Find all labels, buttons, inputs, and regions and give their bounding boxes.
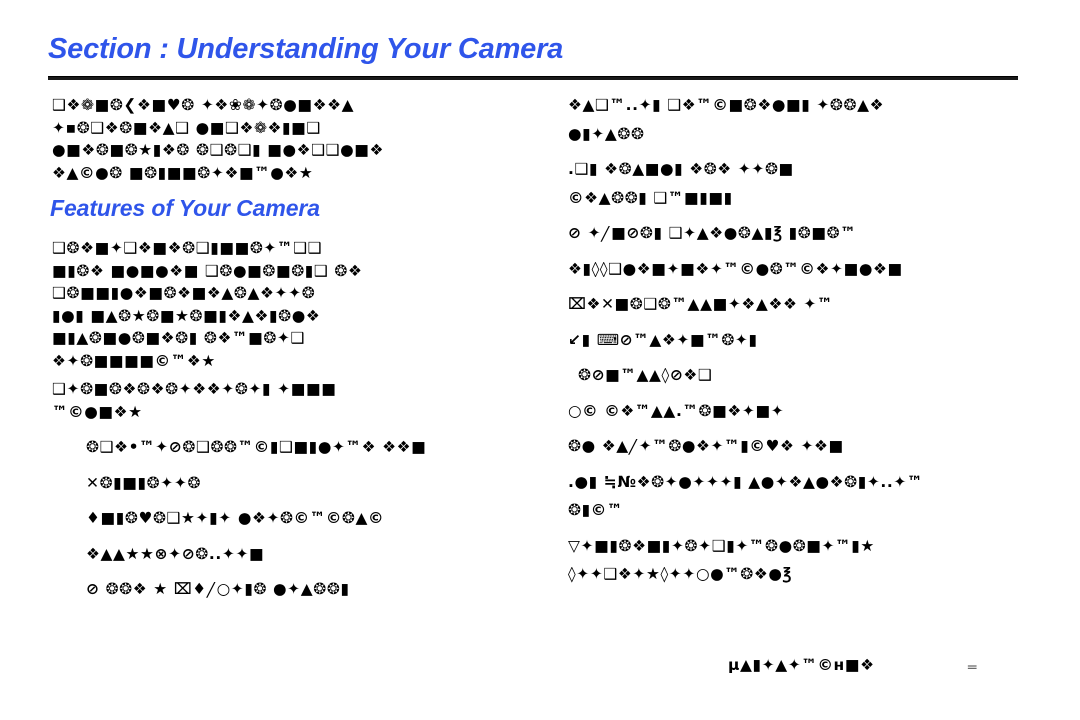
body-line: ✦▪❂❑❖❂■❖▲❑ ●■❑❖❁❖▮■❑ (52, 120, 321, 136)
bullet-line: ✕❂▮■▮❂✦✦❂ (86, 475, 202, 491)
document-page: Section : Understanding Your Camera Feat… (0, 0, 1080, 720)
body-line: ●■❖❂■❂★▮❖❂ ❂❑❂❑▮ ■●❖❑❑●■❖ (52, 143, 385, 159)
body-line: ◊✦✦❑❖✦★◊✦✦○●™❂❖●℥ (568, 567, 793, 583)
bullet-line: ♦■▮❂♥❂❑★✦▮✦ ●❖✦❂©™©❂▲© (86, 511, 385, 527)
body-line: ▮●▮ ■▲❂★❂■★❂■▮❖▲❖▮❂●❖ (52, 308, 321, 324)
right-text-column: ❖▲❑™..✦▮ ❑❖™©■❂❖●■▮ ✦❂❂▲❖ ●▮✦▲❂❂ .❑▮ ❖❂▲… (568, 98, 1028, 583)
body-line: ❖✦❂■■■■©™❖★ (52, 353, 216, 369)
body-line: ❖▲©●❂ ■❂▮■■❂✦❖■™●❖★ (52, 165, 314, 181)
subtitle-reserved-gap (52, 211, 522, 241)
body-line: ▽✦■▮❂❖■▮✦❂✦❑▮✦™❂●❂■✦™▮★ (568, 538, 875, 554)
body-line: ❖▲❑™..✦▮ ❑❖™©■❂❖●■▮ ✦❂❂▲❖ (568, 98, 885, 114)
body-line: ❑❂■■▮●❖■❂❖■❖▲❂▲❖✦✦❂ (52, 286, 316, 302)
body-line: ❂▮©™ (568, 503, 623, 519)
body-line: .❑▮ ❖❂▲■●▮ ❖❂❖ ✦✦❂■ (568, 162, 794, 178)
body-line: ❖▮◊◊❑●❖■✦■❖✦™©●❂™©❖✦■●❖■ (568, 261, 903, 277)
subtitle-reserved-gap (52, 181, 522, 211)
bullet-line: ❂❑❖•™✦⊘❂❑❂❂™©▮❑■▮●✦™❖ ❖❖■ (86, 440, 427, 456)
page-title: Section : Understanding Your Camera (48, 33, 564, 65)
body-line: ❂● ❖▲╱✦™❂●❖✦™▮©♥❖ ✦❖■ (568, 439, 844, 455)
page-number: ═ (968, 660, 977, 676)
title-divider-rule (48, 76, 1018, 80)
body-line: ■▮❂❖ ■●■●❖■ ❑❂●■❂■❂▮❑ ❂❖ (52, 263, 363, 279)
footer-text: µ▲▮✦▲✦™©ʜ■❖ (728, 656, 875, 674)
left-text-column: ❑❖❁■❂❮❖■♥❂ ✦❖❀❁✦❂●■❖❖▲ ✦▪❂❑❖❂■❖▲❑ ●■❑❖❁❖… (52, 98, 522, 598)
body-line: ⌧❖✕■❂❑❂™▲▲■✦❖▲❖❖ ✦™ (568, 297, 834, 313)
body-line: ❂⊘■™▲▲◊⊘❖❑ (578, 368, 713, 384)
body-line: ⊘ ✦╱■⊘❂▮ ❑✦▲❖●❂▲▮℥ ▮❂■❂™ (568, 226, 857, 242)
body-line: ™©●■❖★ (52, 404, 143, 420)
body-line: ↙▮ ⌨⊘™▲❖✦■™❂✦▮ (568, 332, 758, 348)
body-line: .●▮ ≒№❖❂✦●✦✦✦▮ ▲●✦❖▲●❖❂▮✦..✦™ (568, 474, 924, 490)
body-line: ■▮▲❂■●❂■❖❂▮ ❂❖™■❂✦❑ (52, 331, 305, 347)
body-line: ©❖▲❂❂▮ ❑™■▮■▮ (568, 190, 733, 206)
bullet-line: ❖▲▲★★⊗✦⊘❂..✦✦■ (86, 546, 265, 562)
body-line: ○© ©❖™▲▲.™❂■❖✦■✦ (568, 403, 785, 419)
body-line: ❑❖❁■❂❮❖■♥❂ ✦❖❀❁✦❂●■❖❖▲ (52, 98, 355, 114)
body-line: ❑✦❂■❂❖❂❖❂✦❖❖✦❂✦▮ ✦■■■ (52, 382, 337, 398)
body-line: ●▮✦▲❂❂ (568, 126, 645, 142)
bullet-line: ⊘ ❂❂❖ ★ ⌧♦╱○✦▮❂ ●✦▲❂❂▮ (86, 582, 350, 598)
body-line: ❑❂❖■✦❑❖■❖❂❑▮■■❂✦™❑❑ (52, 241, 323, 257)
